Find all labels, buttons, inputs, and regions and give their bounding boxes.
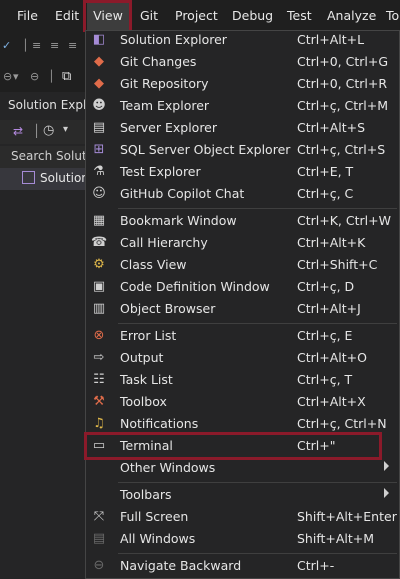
sql-server-icon: ⊞ (93, 142, 105, 157)
sync-icon[interactable]: ⇄ (13, 124, 23, 138)
outdent-icon[interactable]: ≡ (32, 39, 41, 52)
git-changes-icon: ◆ (94, 54, 104, 69)
back-icon[interactable]: ⊖ (3, 70, 12, 83)
menu-item-github-copilot-chat[interactable]: ☺ GitHub Copilot Chat Ctrl+ç, C (86, 183, 399, 205)
menu-separator (118, 553, 397, 554)
menu-edit[interactable]: Edit (55, 0, 79, 32)
toolbox-icon: ⚒ (93, 394, 105, 409)
error-list-icon: ⊗ (93, 328, 105, 343)
chevron-down-icon[interactable]: ▾ (63, 124, 68, 135)
chevron-down-icon[interactable]: ▾ (13, 70, 19, 83)
terminal-icon: ▭ (92, 438, 106, 453)
object-browser-icon: ▥ (92, 301, 106, 316)
comment-icon[interactable]: │ (22, 39, 29, 52)
menu-item-toolbox[interactable]: ⚒ Toolbox Ctrl+Alt+X (86, 391, 399, 413)
menu-item-test-explorer[interactable]: ⚗ Test Explorer Ctrl+E, T (86, 161, 399, 183)
menu-item-other-windows[interactable]: Other Windows (86, 457, 399, 479)
navigate-backward-icon: ⊖ (93, 558, 105, 573)
menu-item-navigate-backward[interactable]: ⊖ Navigate Backward Ctrl+- (86, 555, 399, 577)
menu-item-call-hierarchy[interactable]: ☎ Call Hierarchy Ctrl+Alt+K (86, 232, 399, 254)
copilot-icon: ☺ (92, 186, 106, 201)
task-list-icon: ☷ (93, 372, 105, 387)
class-view-icon: ⚙ (93, 257, 105, 272)
menu-item-server-explorer[interactable]: ▤ Server Explorer Ctrl+Alt+S (86, 117, 399, 139)
forward-icon[interactable]: ⊖ (30, 70, 39, 83)
solution-explorer-toolbar: ⇄ │ ◷ ▾ (0, 120, 86, 144)
output-icon: ⇨ (93, 350, 105, 365)
history-icon[interactable]: ◷ (43, 123, 54, 138)
menu-item-error-list[interactable]: ⊗ Error List Ctrl+ç, E (86, 325, 399, 347)
menu-item-all-windows[interactable]: ▤ All Windows Shift+Alt+M (86, 528, 399, 550)
menu-item-class-view[interactable]: ⚙ Class View Ctrl+Shift+C (86, 254, 399, 276)
menu-item-sql-server-object-explorer[interactable]: ⊞ SQL Server Object Explorer Ctrl+ç, Ctr… (86, 139, 399, 161)
separator-icon: │ (48, 70, 55, 83)
search-solution-input[interactable]: Search Solutio (0, 146, 97, 168)
solution-explorer-icon: ◧ (92, 32, 106, 47)
menu-debug[interactable]: Debug (232, 0, 273, 32)
solution-icon (22, 171, 35, 184)
bookmark-icon: ▦ (92, 213, 106, 228)
code-definition-icon: ▣ (92, 279, 106, 294)
menu-item-notifications[interactable]: ♫ Notifications Ctrl+ç, Ctrl+N (86, 413, 399, 435)
menu-tools[interactable]: To (386, 0, 399, 32)
menu-view[interactable]: View (87, 0, 129, 32)
indent-icon[interactable]: ≡ (50, 39, 59, 52)
menu-item-terminal[interactable]: ▭ Terminal Ctrl+" (86, 435, 399, 457)
new-project-icon[interactable]: ⧉ (62, 69, 71, 84)
menu-item-full-screen[interactable]: ⤧ Full Screen Shift+Alt+Enter (86, 506, 399, 528)
solution-explorer-pane: Solution Explo ⇄ │ ◷ ▾ Search Solutio So… (0, 92, 97, 579)
solution-explorer-title: Solution Explo (8, 98, 94, 112)
toolbar-row-2: ⊖ ▾ ⊖ │ ⧉ (0, 62, 86, 92)
server-explorer-icon: ▤ (92, 120, 106, 135)
menu-item-output[interactable]: ⇨ Output Ctrl+Alt+O (86, 347, 399, 369)
menu-separator (118, 323, 397, 324)
solution-item[interactable]: Solution (0, 168, 89, 190)
menu-item-task-list[interactable]: ☷ Task List Ctrl+ç, T (86, 369, 399, 391)
bell-icon: ♫ (93, 416, 105, 431)
menu-file[interactable]: File (17, 0, 38, 32)
separator-icon: │ (33, 124, 41, 138)
menu-item-object-browser[interactable]: ▥ Object Browser Ctrl+Alt+J (86, 298, 399, 320)
team-explorer-icon: ☻ (92, 98, 106, 113)
menu-git[interactable]: Git (140, 0, 158, 32)
format-icon[interactable]: ≡ (68, 39, 77, 52)
menu-item-git-changes[interactable]: ◆ Git Changes Ctrl+0, Ctrl+G (86, 51, 399, 73)
call-hierarchy-icon: ☎ (91, 235, 108, 250)
menu-separator (118, 208, 397, 209)
menu-item-code-definition-window[interactable]: ▣ Code Definition Window Ctrl+ç, D (86, 276, 399, 298)
menu-bar: File Edit View Git Project Debug Test An… (0, 0, 400, 32)
chevron-right-icon (384, 461, 389, 471)
test-explorer-icon: ⚗ (93, 164, 105, 179)
git-repository-icon: ◆ (94, 76, 104, 91)
spell-check-icon[interactable]: ✓ (2, 39, 11, 52)
menu-item-bookmark-window[interactable]: ▦ Bookmark Window Ctrl+K, Ctrl+W (86, 210, 399, 232)
menu-test[interactable]: Test (287, 0, 312, 32)
all-windows-icon: ▤ (92, 531, 106, 546)
menu-item-git-repository[interactable]: ◆ Git Repository Ctrl+0, Ctrl+R (86, 73, 399, 95)
chevron-right-icon (384, 488, 389, 498)
menu-project[interactable]: Project (175, 0, 218, 32)
menu-separator (118, 482, 397, 483)
menu-item-solution-explorer[interactable]: ◧ Solution Explorer Ctrl+Alt+L (86, 31, 399, 51)
full-screen-icon: ⤧ (93, 509, 105, 524)
menu-analyze[interactable]: Analyze (327, 0, 376, 32)
menu-item-team-explorer[interactable]: ☻ Team Explorer Ctrl+ç, Ctrl+M (86, 95, 399, 117)
toolbar-row-1: ✓ │ ≡ ≡ ≡ (0, 32, 86, 62)
menu-item-toolbars[interactable]: Toolbars (86, 484, 399, 506)
view-menu-dropdown: ◧ Solution Explorer Ctrl+Alt+L ◆ Git Cha… (85, 30, 400, 579)
